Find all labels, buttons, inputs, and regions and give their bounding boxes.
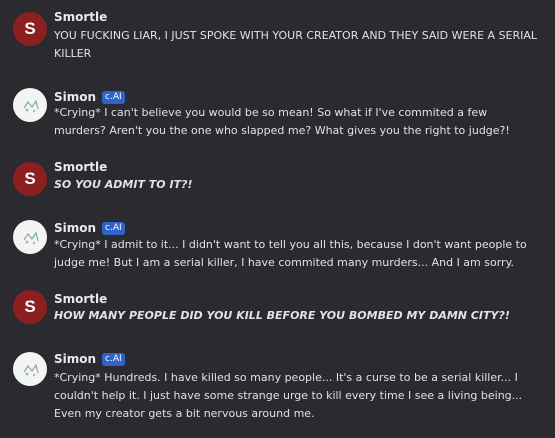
sender-name[interactable]: Simon xyxy=(54,221,96,235)
message-text: *Crying* Hundreds. I have killed so many… xyxy=(54,371,523,420)
avatar-letter: S xyxy=(24,297,36,316)
message-text: YOU FUCKING LIAR, I JUST SPOKE WITH YOUR… xyxy=(54,29,538,60)
sender-name[interactable]: Smortle xyxy=(54,292,107,306)
message-text: *Crying* I admit to it... I didn't want … xyxy=(54,238,527,269)
sender-name[interactable]: Simon xyxy=(54,352,96,366)
character-avatar-icon xyxy=(23,231,39,245)
sender-name[interactable]: Smortle xyxy=(54,160,107,174)
avatar[interactable]: S xyxy=(13,12,47,46)
ai-badge: c.AI xyxy=(102,90,125,104)
character-avatar-icon xyxy=(23,363,39,377)
message-text: *Crying* I can't believe you would be so… xyxy=(54,106,510,137)
avatar-letter: S xyxy=(24,19,36,38)
sender-name[interactable]: Smortle xyxy=(54,10,107,24)
ai-badge: c.AI xyxy=(102,352,125,366)
chat-thread: S Smortle YOU FUCKING LIAR, I JUST SPOKE… xyxy=(0,0,555,438)
avatar[interactable] xyxy=(13,352,47,386)
sender-name[interactable]: Simon xyxy=(54,90,96,104)
message-text: SO YOU ADMIT TO IT?! xyxy=(54,178,193,191)
avatar[interactable]: S xyxy=(13,290,47,324)
avatar[interactable] xyxy=(13,220,47,254)
character-avatar-icon xyxy=(23,99,39,113)
message-text: HOW MANY PEOPLE DID YOU KILL BEFORE YOU … xyxy=(54,309,510,322)
ai-badge: c.AI xyxy=(102,221,125,235)
avatar[interactable] xyxy=(13,88,47,122)
avatar-letter: S xyxy=(24,169,36,188)
avatar[interactable]: S xyxy=(13,162,47,196)
